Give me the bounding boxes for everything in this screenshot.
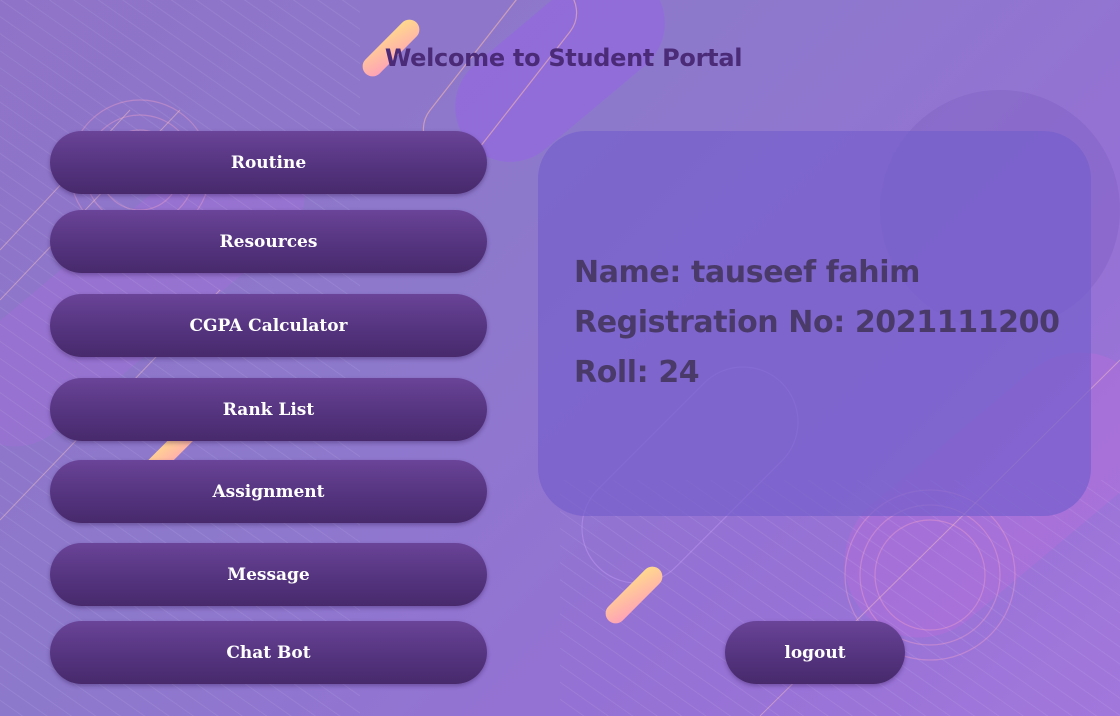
resources-button[interactable]: Resources bbox=[50, 210, 487, 273]
rank-list-button[interactable]: Rank List bbox=[50, 378, 487, 441]
page-title: Welcome to Student Portal bbox=[384, 44, 743, 72]
logout-button[interactable]: logout bbox=[725, 621, 905, 684]
student-info-card: Name: tauseef fahim Registration No: 202… bbox=[538, 131, 1091, 516]
student-name: Name: tauseef fahim bbox=[574, 255, 920, 290]
student-registration-number: Registration No: 2021111200 bbox=[574, 305, 1060, 340]
message-button[interactable]: Message bbox=[50, 543, 487, 606]
assignment-button[interactable]: Assignment bbox=[50, 460, 487, 523]
chat-bot-button[interactable]: Chat Bot bbox=[50, 621, 487, 684]
routine-button[interactable]: Routine bbox=[50, 131, 487, 194]
cgpa-calculator-button[interactable]: CGPA Calculator bbox=[50, 294, 487, 357]
student-roll: Roll: 24 bbox=[574, 355, 700, 390]
